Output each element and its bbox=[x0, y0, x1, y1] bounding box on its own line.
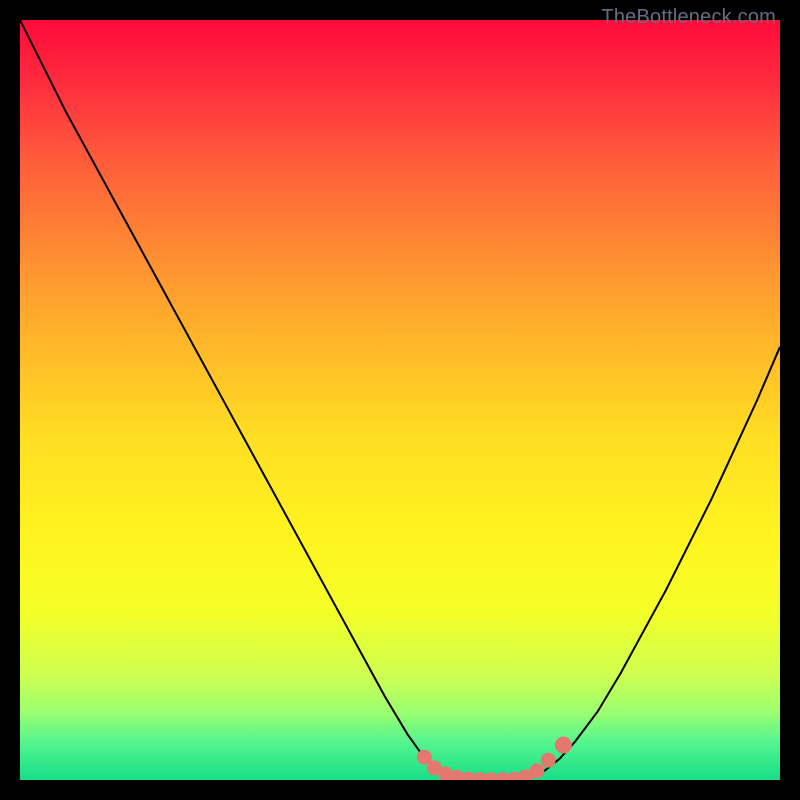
marker-dot bbox=[530, 764, 544, 778]
chart-frame: TheBottleneck.com bbox=[0, 0, 800, 800]
heat-gradient-rect bbox=[20, 20, 780, 780]
plot-area bbox=[20, 20, 780, 780]
marker-dot bbox=[541, 753, 555, 767]
marker-dot bbox=[555, 737, 571, 753]
credit-label: TheBottleneck.com bbox=[601, 6, 776, 29]
marker-dot bbox=[417, 750, 431, 764]
chart-svg bbox=[20, 20, 780, 780]
